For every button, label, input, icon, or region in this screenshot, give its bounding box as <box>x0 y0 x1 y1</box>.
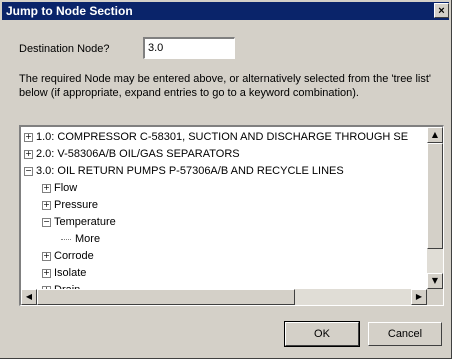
tree-item-label: Isolate <box>54 267 87 279</box>
tree-item-2[interactable]: +2.0: V-58306A/B OIL/GAS SEPARATORS <box>24 146 240 162</box>
tree-item-label: More <box>75 233 101 245</box>
window-title: Jump to Node Section <box>6 4 133 18</box>
expand-icon[interactable]: + <box>42 200 51 210</box>
expand-icon[interactable]: + <box>24 149 33 159</box>
node-tree[interactable]: +1.0: COMPRESSOR C-58301, SUCTION AND DI… <box>19 125 444 306</box>
jump-to-node-dialog: Jump to Node Section × Destination Node?… <box>0 0 452 359</box>
cancel-button[interactable]: Cancel <box>368 322 442 346</box>
expand-icon[interactable]: + <box>24 132 33 142</box>
title-bar[interactable]: Jump to Node Section × <box>2 2 449 20</box>
arrow-left-icon: ◀ <box>25 292 33 301</box>
tree-item-label: 1.0: COMPRESSOR C-58301, SUCTION AND DIS… <box>36 131 409 143</box>
expand-icon[interactable]: + <box>42 251 51 261</box>
tree-item-label: Corrode <box>54 250 94 262</box>
expand-icon[interactable]: + <box>42 268 51 278</box>
tree-item-3[interactable]: −3.0: OIL RETURN PUMPS P-57306A/B AND RE… <box>24 163 344 179</box>
arrow-right-icon: ▶ <box>415 292 423 301</box>
close-button[interactable]: × <box>434 3 449 18</box>
tree-item-corrode[interactable]: + Corrode <box>42 248 94 264</box>
tree-connector <box>61 238 71 240</box>
collapse-icon[interactable]: − <box>24 166 33 176</box>
vertical-scroll-thumb[interactable] <box>427 143 443 249</box>
ok-button[interactable]: OK <box>284 321 360 347</box>
tree-item-label: Temperature <box>54 216 116 228</box>
arrow-down-icon: ▼ <box>431 276 439 285</box>
tree-item-temperature[interactable]: − Temperature <box>42 214 116 230</box>
tree-item-more[interactable]: More <box>61 231 100 247</box>
tree-item-pressure[interactable]: + Pressure <box>42 197 98 213</box>
scrollbar-corner <box>427 289 443 305</box>
tree-item-label: Flow <box>54 182 78 194</box>
close-icon: × <box>438 5 445 17</box>
horizontal-scrollbar[interactable]: ◀ ▶ <box>21 289 427 305</box>
horizontal-scroll-thumb[interactable] <box>37 289 295 305</box>
scroll-left-button[interactable]: ◀ <box>21 289 37 305</box>
expand-icon[interactable]: + <box>42 183 51 193</box>
scroll-down-button[interactable]: ▼ <box>427 273 443 289</box>
tree-item-label: Pressure <box>54 199 99 211</box>
scroll-up-button[interactable]: ▲ <box>427 127 443 143</box>
destination-input[interactable]: 3.0 <box>143 37 235 59</box>
tree-item-1[interactable]: +1.0: COMPRESSOR C-58301, SUCTION AND DI… <box>24 129 408 145</box>
destination-label: Destination Node? <box>19 43 110 55</box>
scroll-right-button[interactable]: ▶ <box>411 289 427 305</box>
vertical-scrollbar[interactable]: ▲ ▼ <box>427 127 443 289</box>
tree-item-isolate[interactable]: + Isolate <box>42 265 86 281</box>
collapse-icon[interactable]: − <box>42 217 51 227</box>
arrow-up-icon: ▲ <box>431 130 439 139</box>
tree-item-label: 2.0: V-58306A/B OIL/GAS SEPARATORS <box>36 148 240 160</box>
tree-item-label: 3.0: OIL RETURN PUMPS P-57306A/B AND REC… <box>36 165 344 177</box>
instructions-text: The required Node may be entered above, … <box>19 73 432 99</box>
tree-item-flow[interactable]: + Flow <box>42 180 77 196</box>
